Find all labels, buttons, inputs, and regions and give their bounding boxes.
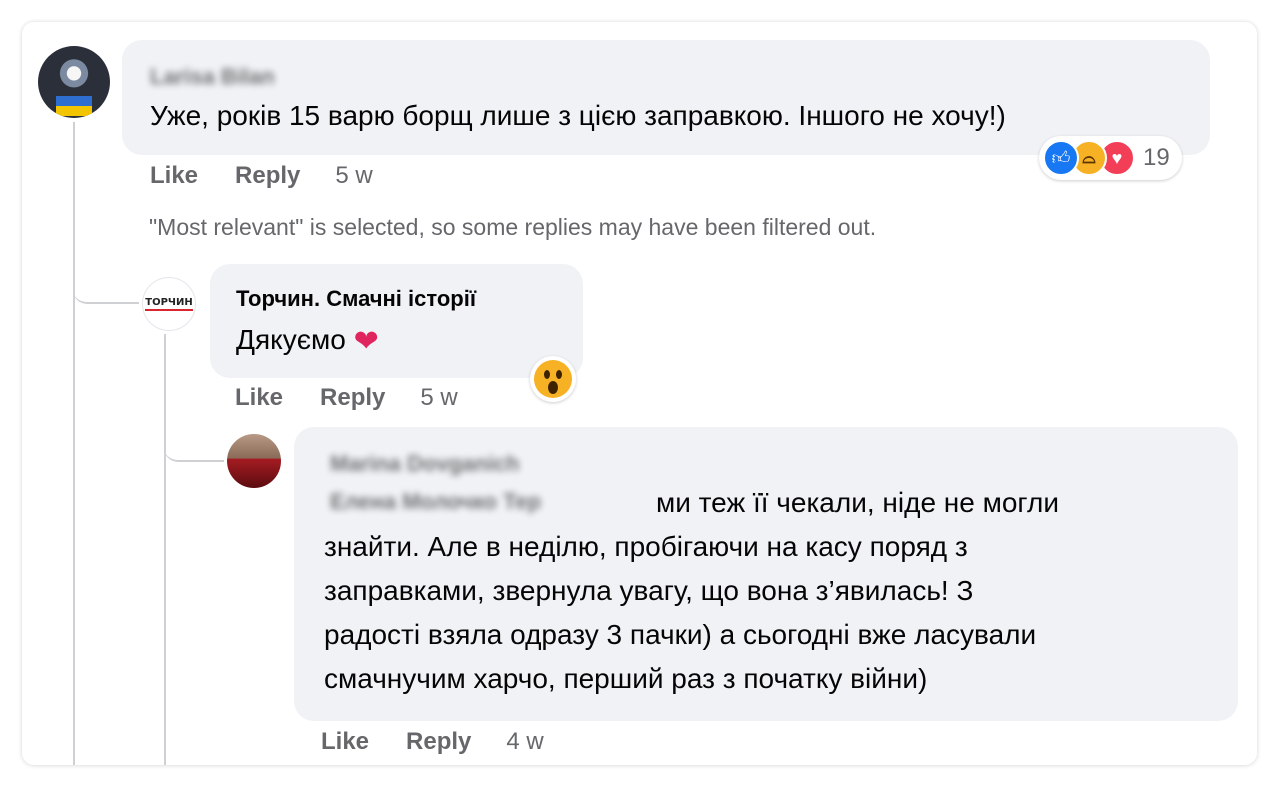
comment-author-blurred[interactable]: Larisa Bilan [150,64,275,90]
heart-emoji-icon: ❤︎ [353,325,379,358]
comment-bubble-2: Торчин. Смачні історії Дякуємо ❤︎ [210,264,583,378]
comment-text-line-5: смачнучим харчо, перший раз з початку ві… [324,663,928,694]
reply-button[interactable]: Reply [320,384,385,412]
comment-text-line-3: заправками, звернула увагу, що вона з’яв… [324,575,974,606]
comment-actions-1: Like Reply 5 w [150,162,373,190]
like-button[interactable]: Like [235,384,283,412]
comment-actions-2: Like Reply 5 w [235,384,458,412]
comment-author-blurred[interactable]: Marina Dovganich [330,451,519,477]
like-button[interactable]: Like [321,728,369,756]
wow-icon [534,360,572,398]
comment-timestamp[interactable]: 4 w [506,728,543,756]
wow-reaction-badge[interactable] [530,356,576,402]
mention-blurred[interactable]: Елена Молочко Тер [330,489,541,515]
thread-line-main [73,122,75,765]
comments-panel: Larisa Bilan Уже, років 15 варю борщ лиш… [22,22,1257,765]
comment-bubble-3: Marina Dovganich Елена Молочко Тер ми те… [294,427,1238,721]
reaction-count: 19 [1143,144,1170,171]
comment-text: Дякуємо ❤︎ [236,318,379,364]
avatar-marina[interactable] [227,434,281,488]
comment-timestamp[interactable]: 5 w [335,162,372,190]
comment-text-content: Дякуємо [236,324,346,355]
reply-button[interactable]: Reply [235,162,300,190]
thread-line-reply1 [164,334,166,765]
comment-text: Уже, років 15 варю борщ лише з цією запр… [150,100,1006,131]
comment-timestamp[interactable]: 5 w [420,384,457,412]
comment-bubble-1: Larisa Bilan Уже, років 15 варю борщ лиш… [122,40,1210,155]
comment-author[interactable]: Торчин. Смачні історії [236,286,476,312]
comment-actions-3: Like Reply 4 w [321,728,544,756]
thread-branch-reply2 [164,432,224,462]
avatar-larisa[interactable] [38,46,110,118]
reply-button[interactable]: Reply [406,728,471,756]
comment-text-line-1: ми теж її чекали, ніде не могли [656,487,1060,518]
avatar-torchyn[interactable]: ТОРЧИН [142,277,196,331]
comment-text-line-2: знайти. Але в неділю, пробігаючи на касу… [324,531,968,562]
like-button[interactable]: Like [150,162,198,190]
torchyn-logo: ТОРЧИН [145,297,193,311]
reaction-summary[interactable]: 👍︎ ⌓ ♥ 19 [1039,136,1182,180]
filter-notice: "Most relevant" is selected, so some rep… [149,214,877,240]
like-icon: 👍︎ [1043,140,1079,176]
thread-branch-reply1 [73,272,139,304]
comment-text-line-4: радості взяла одразу 3 пачки) а сьогодні… [324,619,1037,650]
